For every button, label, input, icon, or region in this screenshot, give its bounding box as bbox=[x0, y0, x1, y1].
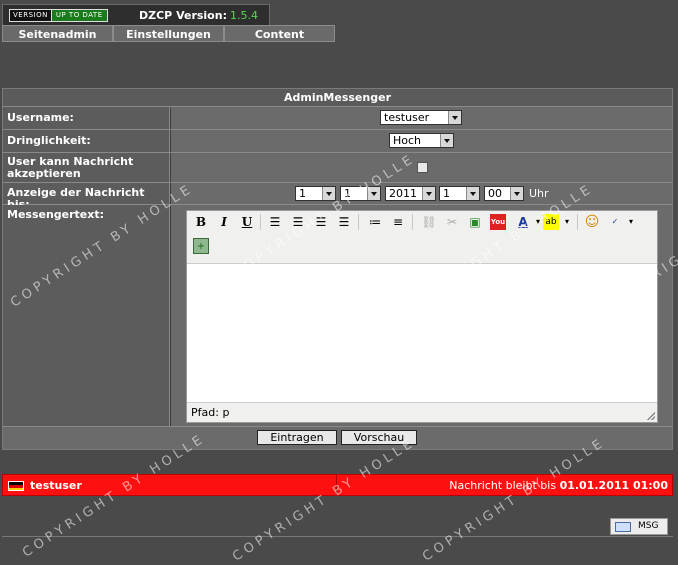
day-select[interactable]: 1 bbox=[295, 186, 336, 201]
chevron-down-icon bbox=[466, 187, 479, 200]
hour-value: 1 bbox=[443, 187, 450, 200]
editor-statusbar: Pfad: p bbox=[187, 402, 657, 422]
chevron-down-icon bbox=[448, 111, 461, 124]
chevron-down-icon[interactable]: ▾ bbox=[559, 214, 575, 230]
msg-button-label: MSG bbox=[638, 521, 659, 531]
link-icon[interactable]: ⛓ bbox=[421, 214, 437, 230]
product-label: DZCP Version: bbox=[139, 9, 227, 22]
chevron-down-icon bbox=[510, 187, 523, 200]
german-flag-icon bbox=[8, 481, 24, 491]
accept-label: User kann Nachricht akzeptieren bbox=[3, 153, 170, 182]
display-until-cell: 1 1 2011 1 00 Uhr bbox=[171, 183, 672, 204]
minute-value: 00 bbox=[488, 187, 502, 200]
accept-checkbox[interactable] bbox=[417, 162, 428, 173]
menu-item-seitenadmin[interactable]: Seitenadmin bbox=[2, 25, 113, 42]
version-bar: VERSION UP TO DATE DZCP Version: 1.5.4 bbox=[2, 4, 270, 26]
priority-row: Dringlichkeit: Hoch bbox=[3, 130, 672, 153]
display-until-row: Anzeige der Nachricht bis: 1 1 2011 1 00… bbox=[3, 183, 672, 211]
version-badge: VERSION UP TO DATE bbox=[9, 9, 108, 22]
month-value: 1 bbox=[344, 187, 351, 200]
product-version: DZCP Version: 1.5.4 bbox=[139, 9, 258, 22]
display-until-label: Anzeige der Nachricht bis: bbox=[3, 183, 170, 211]
path-value: p bbox=[222, 406, 230, 419]
message-bar: testuser Nachricht bleibt bis 01.01.2011… bbox=[2, 474, 673, 496]
uhr-label: Uhr bbox=[529, 187, 549, 200]
bullet-list-icon[interactable]: ≔ bbox=[367, 214, 383, 230]
priority-select[interactable]: Hoch bbox=[389, 133, 454, 148]
minute-select[interactable]: 00 bbox=[484, 186, 524, 201]
preview-button[interactable]: Vorschau bbox=[341, 430, 417, 445]
message-info-prefix: Nachricht bleibt bis bbox=[449, 479, 557, 492]
message-info: Nachricht bleibt bis 01.01.2011 01:00 bbox=[449, 479, 668, 492]
chevron-down-icon bbox=[440, 134, 453, 147]
highlight-icon[interactable]: ab bbox=[543, 214, 559, 230]
message-info-date: 01.01.2011 01:00 bbox=[559, 479, 668, 492]
numbered-list-icon[interactable]: ≡ bbox=[390, 214, 406, 230]
msg-button[interactable]: MSG bbox=[610, 518, 668, 535]
image-icon[interactable]: ▣ bbox=[467, 214, 483, 230]
envelope-icon bbox=[615, 522, 631, 532]
priority-cell: Hoch bbox=[171, 130, 672, 152]
bottom-msg-row bbox=[2, 516, 673, 537]
priority-label: Dringlichkeit: bbox=[3, 130, 170, 152]
chevron-down-icon bbox=[367, 187, 380, 200]
year-value: 2011 bbox=[389, 187, 417, 200]
username-cell: testuser bbox=[171, 107, 672, 129]
path-label: Pfad: bbox=[191, 406, 219, 419]
align-center-icon[interactable]: ☰ bbox=[290, 214, 306, 230]
italic-icon[interactable]: I bbox=[216, 214, 232, 230]
chevron-down-icon[interactable]: ▾ bbox=[623, 214, 639, 230]
editor-content-area[interactable] bbox=[187, 264, 657, 402]
panel-title: AdminMessenger bbox=[3, 89, 672, 107]
priority-value: Hoch bbox=[393, 134, 422, 147]
align-justify-icon[interactable]: ☰ bbox=[336, 214, 352, 230]
version-badge-status: UP TO DATE bbox=[51, 10, 107, 21]
bottom-spacer-row bbox=[2, 496, 673, 517]
messenger-text-label: Messengertext: bbox=[3, 205, 170, 426]
spellcheck-icon[interactable]: ✓ bbox=[607, 214, 623, 230]
bold-icon[interactable]: B bbox=[193, 214, 209, 230]
month-select[interactable]: 1 bbox=[340, 186, 381, 201]
font-color-icon[interactable]: A bbox=[515, 214, 531, 230]
menu-item-einstellungen[interactable]: Einstellungen bbox=[113, 25, 224, 42]
align-right-icon[interactable]: ☰ bbox=[313, 214, 329, 230]
insert-image-icon[interactable]: + bbox=[193, 238, 209, 254]
message-user[interactable]: testuser bbox=[30, 479, 82, 492]
rich-text-editor: B I U ☰ ☰ ☰ ☰ ≔ ≡ ⛓ ✂ ▣ You A ▾ ab ▾ ☺ ✓… bbox=[186, 210, 658, 423]
unlink-icon[interactable]: ✂ bbox=[444, 214, 460, 230]
day-value: 1 bbox=[299, 187, 306, 200]
resize-handle-icon[interactable] bbox=[647, 412, 655, 420]
chevron-down-icon bbox=[322, 187, 335, 200]
editor-toolbar: B I U ☰ ☰ ☰ ☰ ≔ ≡ ⛓ ✂ ▣ You A ▾ ab ▾ ☺ ✓… bbox=[187, 211, 657, 264]
version-badge-label: VERSION bbox=[10, 10, 52, 21]
message-bar-divider bbox=[336, 475, 337, 495]
submit-button[interactable]: Eintragen bbox=[257, 430, 337, 445]
hour-select[interactable]: 1 bbox=[439, 186, 480, 201]
smiley-icon[interactable]: ☺ bbox=[584, 214, 600, 230]
year-select[interactable]: 2011 bbox=[385, 186, 436, 201]
menu-item-content[interactable]: Content bbox=[224, 25, 335, 42]
chevron-down-icon bbox=[422, 187, 435, 200]
admin-messenger-panel: AdminMessenger Username: testuser Dringl… bbox=[2, 88, 673, 450]
accept-row: User kann Nachricht akzeptieren bbox=[3, 153, 672, 183]
product-version-number: 1.5.4 bbox=[229, 9, 258, 22]
accept-cell bbox=[171, 153, 672, 182]
buttons-row: Eintragen Vorschau bbox=[3, 427, 672, 449]
username-row: Username: testuser bbox=[3, 107, 672, 130]
admin-menu: Seitenadmin Einstellungen Content bbox=[2, 25, 335, 42]
youtube-icon[interactable]: You bbox=[490, 214, 506, 230]
underline-icon[interactable]: U bbox=[239, 214, 255, 230]
align-left-icon[interactable]: ☰ bbox=[267, 214, 283, 230]
username-select[interactable]: testuser bbox=[380, 110, 462, 125]
username-value: testuser bbox=[384, 111, 430, 124]
username-label: Username: bbox=[3, 107, 170, 129]
